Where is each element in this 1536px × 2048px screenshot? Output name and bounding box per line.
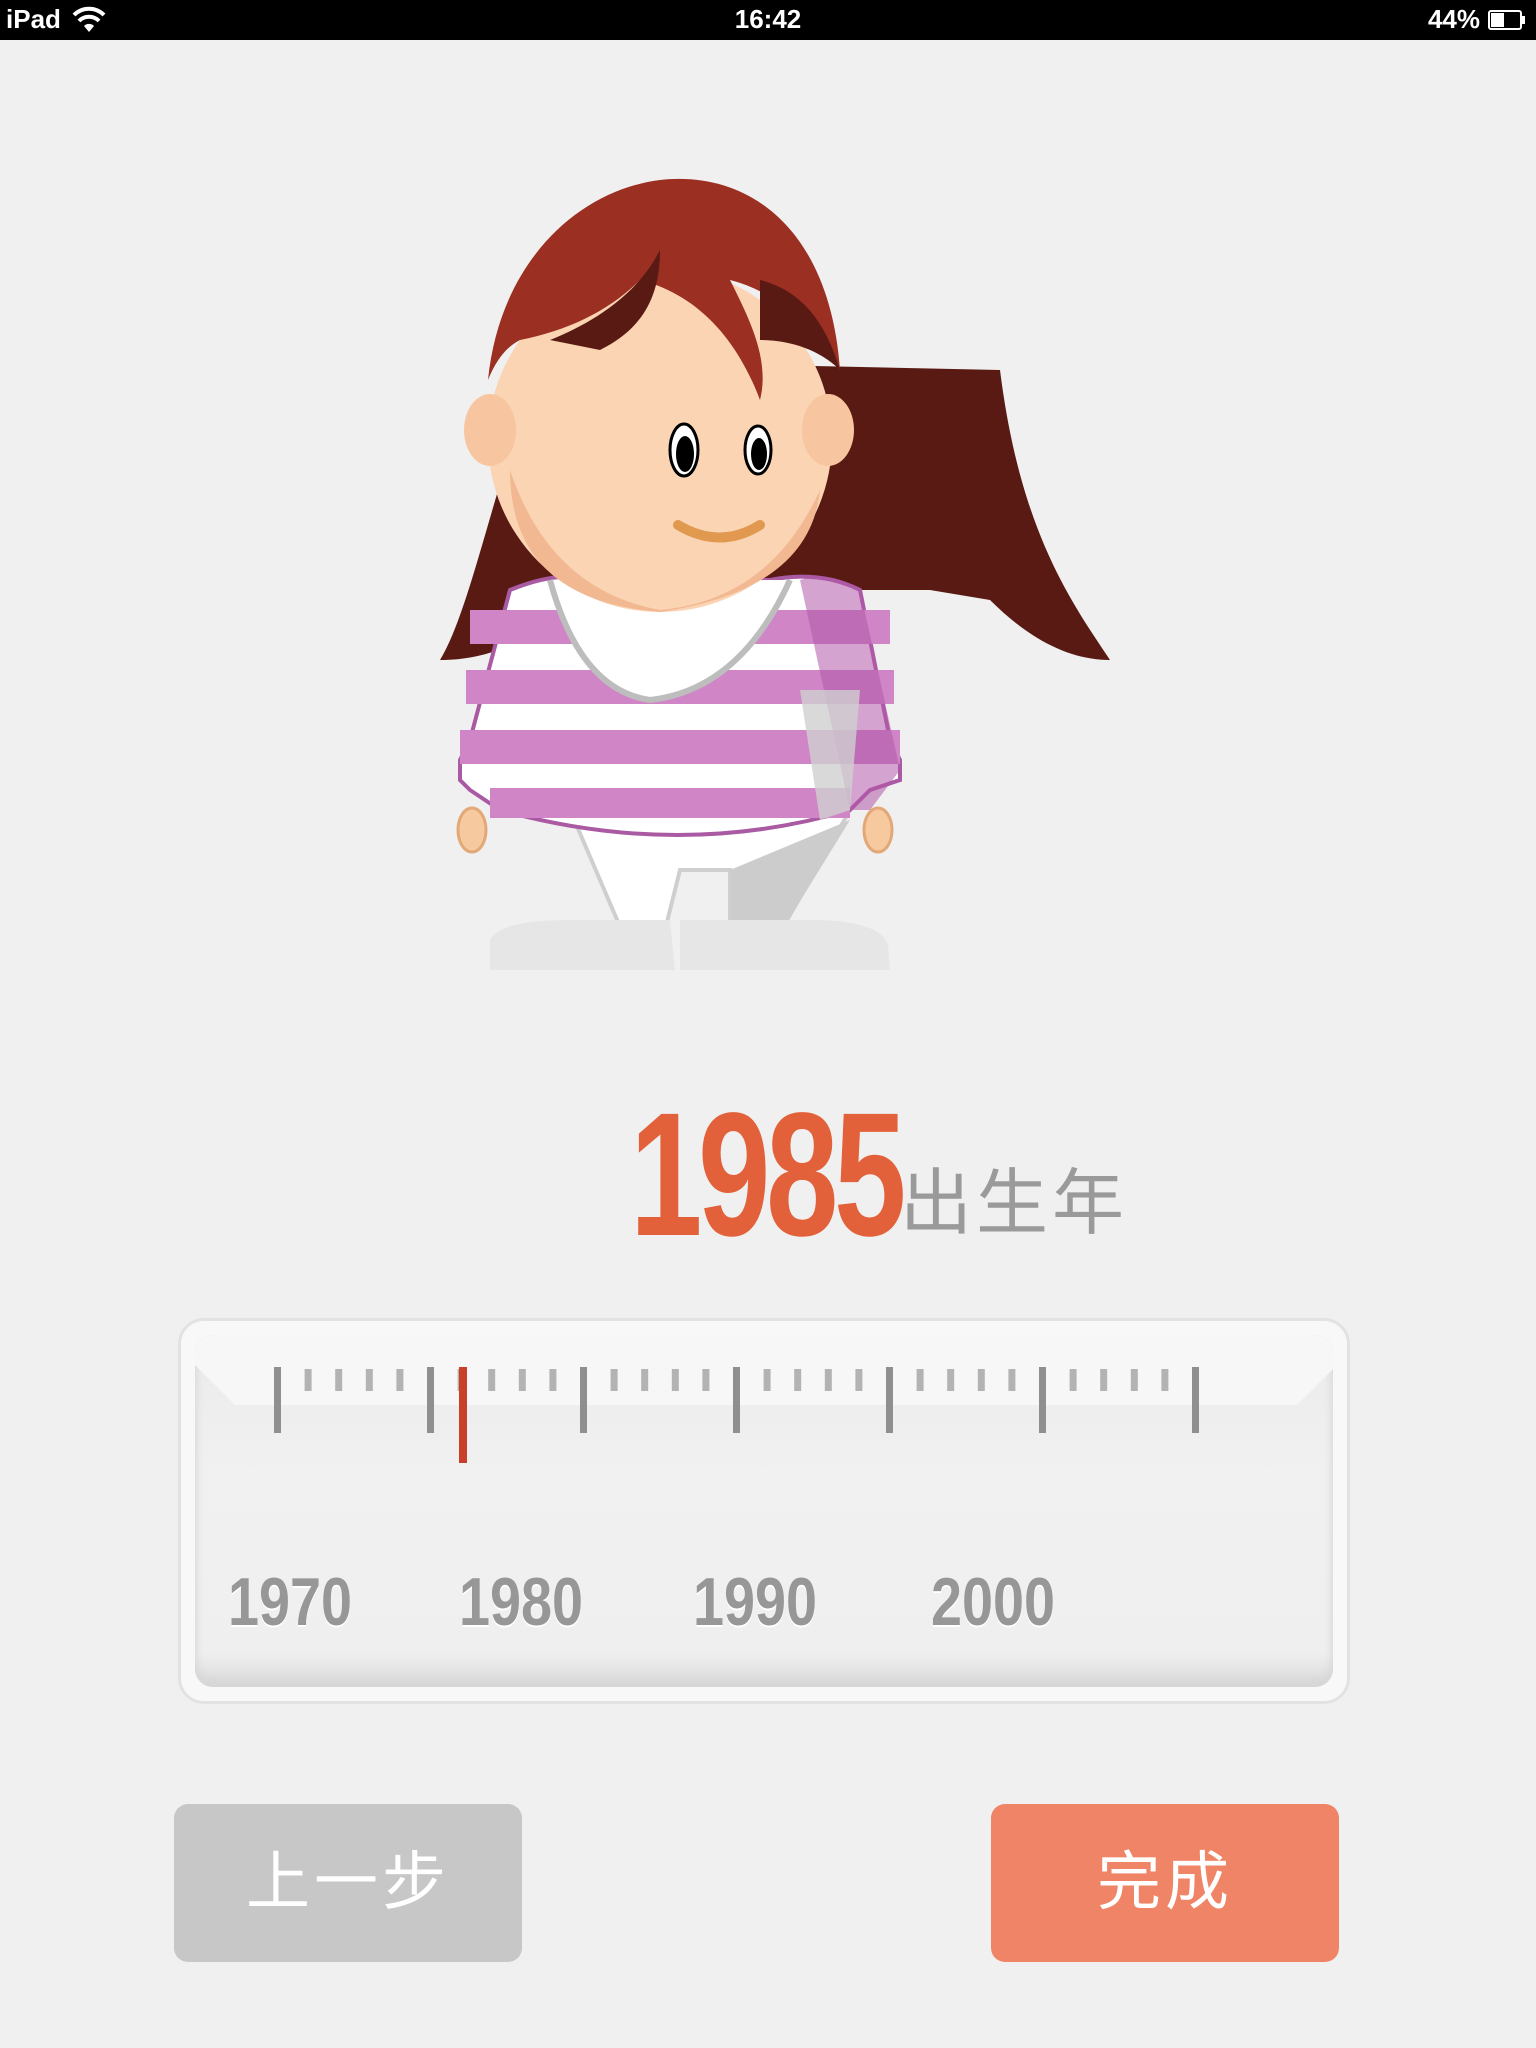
- ruler-minor-tick: [855, 1369, 863, 1391]
- ruler-minor-tick: [335, 1369, 343, 1391]
- status-bar: iPad 16:42 44%: [0, 0, 1536, 40]
- ruler-minor-tick: [702, 1369, 710, 1391]
- ruler-minor-tick: [824, 1369, 832, 1391]
- birth-year-label: 出生年: [900, 1161, 1129, 1245]
- battery-percentage: 44%: [1427, 4, 1480, 34]
- ruler-minor-tick: [977, 1369, 985, 1391]
- birth-year-display: 1985 出生年: [0, 1085, 1536, 1265]
- ruler-track[interactable]: 1970 1980 1990 2000: [195, 1335, 1333, 1687]
- ruler-major-tick: [733, 1367, 740, 1433]
- ruler-label-1980: 1980: [459, 1564, 584, 1640]
- ruler-minor-tick: [365, 1369, 373, 1391]
- status-time: 16:42: [734, 4, 802, 34]
- ruler-major-tick: [274, 1367, 281, 1433]
- ruler-minor-tick: [794, 1369, 802, 1391]
- ruler-minor-tick: [763, 1369, 771, 1391]
- ruler-major-tick: [580, 1367, 587, 1433]
- ruler-minor-tick: [518, 1369, 526, 1391]
- ruler-minor-tick: [1008, 1369, 1016, 1391]
- ruler-indicator: [459, 1367, 467, 1463]
- ruler-minor-tick: [1100, 1369, 1108, 1391]
- ruler-label-1990: 1990: [693, 1564, 818, 1640]
- done-button[interactable]: 完成: [991, 1804, 1339, 1962]
- ruler-minor-tick: [1130, 1369, 1138, 1391]
- birth-year-value: 1985: [630, 1077, 906, 1273]
- ruler-minor-tick: [641, 1369, 649, 1391]
- ruler-major-tick: [1039, 1367, 1046, 1433]
- ruler-minor-tick: [916, 1369, 924, 1391]
- ruler-minor-tick: [549, 1369, 557, 1391]
- ruler-major-tick: [427, 1367, 434, 1433]
- ruler-minor-tick: [396, 1369, 404, 1391]
- ruler-minor-tick: [671, 1369, 679, 1391]
- ruler-label-2000: 2000: [931, 1564, 1056, 1640]
- ruler-minor-tick: [1161, 1369, 1169, 1391]
- previous-step-button[interactable]: 上一步: [174, 1804, 522, 1962]
- ruler-major-tick: [1192, 1367, 1199, 1433]
- year-ruler-slider[interactable]: 1970 1980 1990 2000: [178, 1318, 1350, 1704]
- battery-icon: [1488, 10, 1525, 30]
- ruler-minor-tick: [488, 1369, 496, 1391]
- ruler-label-1970: 1970: [228, 1564, 353, 1640]
- ruler-minor-tick: [304, 1369, 312, 1391]
- ruler-minor-tick: [947, 1369, 955, 1391]
- girl-avatar-illustration: [440, 178, 1110, 970]
- ruler-minor-tick: [1069, 1369, 1077, 1391]
- ruler-major-tick: [886, 1367, 893, 1433]
- ruler-minor-tick: [610, 1369, 618, 1391]
